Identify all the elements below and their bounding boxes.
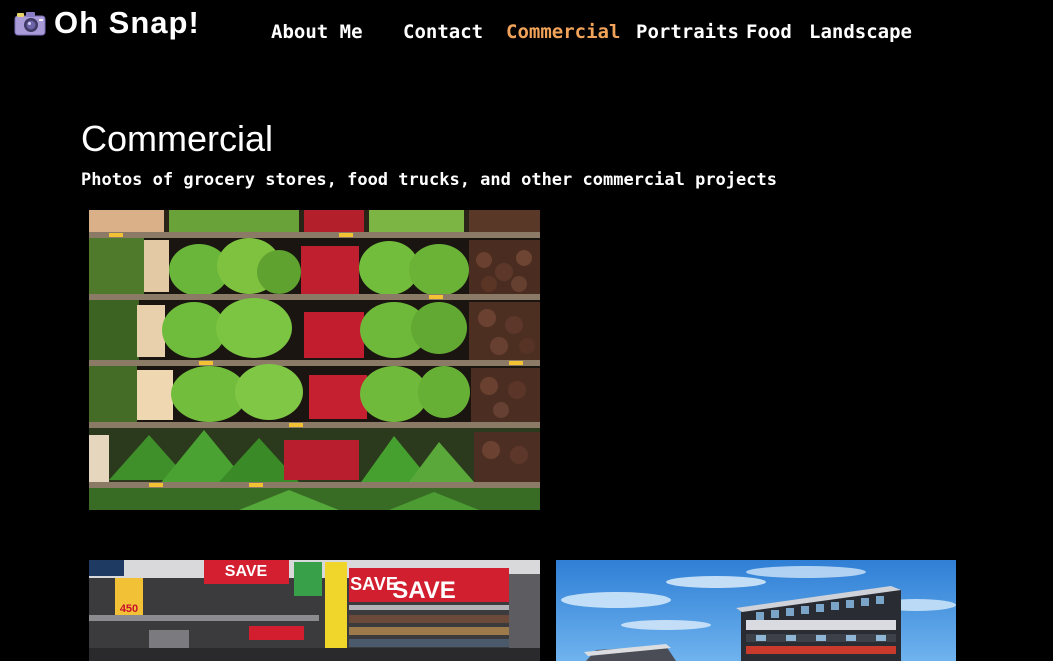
page-title: Commercial	[81, 118, 274, 159]
grocery-aisle-photo[interactable]: SAVE SAVE SAVE 450	[89, 560, 540, 661]
save-sign-top: SAVE	[225, 563, 268, 580]
nav-about-me[interactable]: About Me	[271, 19, 363, 45]
produce-row-2	[89, 238, 540, 296]
produce-shelves-photo[interactable]	[89, 210, 540, 510]
nav-food[interactable]: Food	[746, 19, 792, 45]
nav-commercial[interactable]: Commercial	[506, 19, 620, 45]
nav-contact[interactable]: Contact	[403, 19, 483, 45]
grocery-aisle-image: SAVE SAVE SAVE 450	[89, 560, 540, 661]
nav-portraits[interactable]: Portraits	[636, 19, 739, 45]
produce-shelves-image	[89, 210, 540, 510]
site-logo[interactable]: Oh Snap!	[14, 5, 200, 41]
page-subtitle: Photos of grocery stores, food trucks, a…	[81, 170, 777, 190]
brand-title: Oh Snap!	[54, 5, 200, 40]
camera-icon	[14, 12, 46, 36]
building-image	[556, 560, 956, 661]
price-tag: 450	[120, 603, 138, 615]
save-sign-right: SAVE	[392, 577, 456, 604]
building-photo[interactable]	[556, 560, 956, 661]
nav-landscape[interactable]: Landscape	[809, 19, 912, 45]
save-sign-left: SAVE	[350, 574, 398, 594]
produce-row-5	[89, 428, 540, 510]
produce-row-1	[89, 210, 540, 232]
